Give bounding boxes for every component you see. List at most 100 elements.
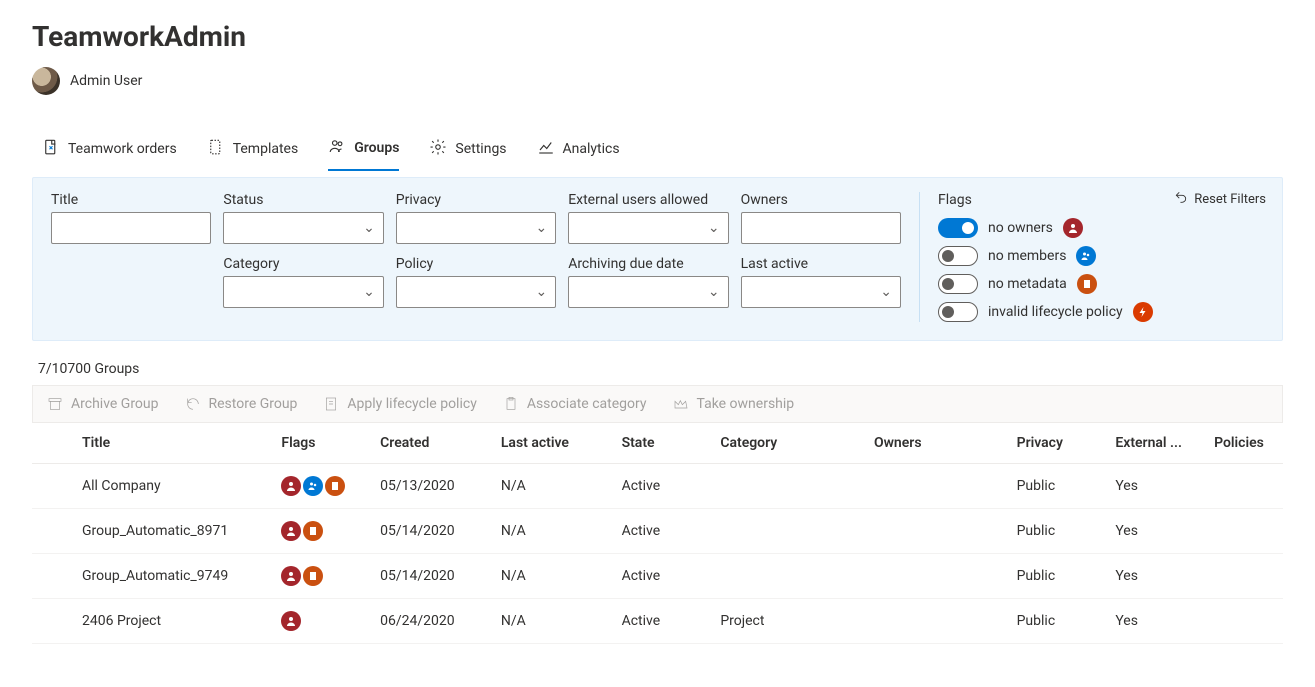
no-members-icon <box>1076 246 1096 266</box>
reset-filters-button[interactable]: Reset Filters <box>1174 190 1266 208</box>
main-tabs: Teamwork orders Templates Groups Setting… <box>32 123 1283 171</box>
cell-external: Yes <box>1107 554 1206 599</box>
cell-created: 05/14/2020 <box>372 509 493 554</box>
cell-privacy: Public <box>1009 599 1108 644</box>
cell-flags <box>273 464 372 509</box>
flag-toggle[interactable] <box>938 274 978 294</box>
label-last-active: Last active <box>741 256 901 272</box>
table-row[interactable]: All Company 05/13/2020 N/A Active Public… <box>32 464 1283 509</box>
apply-policy-button[interactable]: Apply lifecycle policy <box>323 396 476 412</box>
no-metadata-icon <box>303 566 323 586</box>
col-flags[interactable]: Flags <box>273 423 372 464</box>
chart-icon <box>537 138 555 160</box>
cell-state: Active <box>614 464 713 509</box>
category-select[interactable]: ⌄ <box>223 276 383 308</box>
last-active-select[interactable]: ⌄ <box>741 276 901 308</box>
crown-icon <box>673 396 689 412</box>
tab-label: Groups <box>354 140 399 156</box>
flags-filter: Flags no owners no members no metadata i… <box>919 192 1153 322</box>
flag-toggle-row: invalid lifecycle policy <box>938 302 1153 322</box>
col-policies[interactable]: Policies <box>1206 423 1283 464</box>
current-user[interactable]: Admin User <box>32 67 1283 95</box>
privacy-select[interactable]: ⌄ <box>396 212 556 244</box>
cell-policies <box>1206 464 1283 509</box>
flag-toggle-row: no owners <box>938 218 1153 238</box>
table-row[interactable]: Group_Automatic_9749 05/14/2020 N/A Acti… <box>32 554 1283 599</box>
gear-icon <box>429 138 447 160</box>
cell-flags <box>273 509 372 554</box>
action-label: Apply lifecycle policy <box>347 396 476 412</box>
col-category[interactable]: Category <box>712 423 866 464</box>
cell-policies <box>1206 599 1283 644</box>
cell-state: Active <box>614 599 713 644</box>
col-created[interactable]: Created <box>372 423 493 464</box>
cell-flags <box>273 599 372 644</box>
chevron-down-icon: ⌄ <box>535 220 547 236</box>
policy-icon <box>323 396 339 412</box>
flag-toggle[interactable] <box>938 246 978 266</box>
table-row[interactable]: Group_Automatic_8971 05/14/2020 N/A Acti… <box>32 509 1283 554</box>
label-title: Title <box>51 192 211 208</box>
archive-icon <box>47 396 63 412</box>
label-status: Status <box>223 192 383 208</box>
cell-created: 06/24/2020 <box>372 599 493 644</box>
tab-templates[interactable]: Templates <box>207 137 299 171</box>
no-owners-icon <box>281 521 301 541</box>
tab-teamwork-orders[interactable]: Teamwork orders <box>42 137 177 171</box>
status-select[interactable]: ⌄ <box>223 212 383 244</box>
cell-state: Active <box>614 554 713 599</box>
restore-group-button[interactable]: Restore Group <box>185 396 298 412</box>
col-owners[interactable]: Owners <box>866 423 1009 464</box>
owners-input[interactable] <box>741 212 901 244</box>
cell-category: Project <box>712 599 866 644</box>
policy-select[interactable]: ⌄ <box>396 276 556 308</box>
take-ownership-button[interactable]: Take ownership <box>673 396 795 412</box>
tab-groups[interactable]: Groups <box>328 137 399 171</box>
flag-toggle[interactable] <box>938 218 978 238</box>
restore-icon <box>185 396 201 412</box>
archiving-due-select[interactable]: ⌄ <box>568 276 728 308</box>
tab-label: Settings <box>455 141 506 157</box>
col-last-active[interactable]: Last active <box>493 423 614 464</box>
action-label: Associate category <box>527 396 647 412</box>
cell-category <box>712 464 866 509</box>
document-icon <box>42 138 60 160</box>
cell-title: Group_Automatic_8971 <box>32 509 273 554</box>
cell-created: 05/14/2020 <box>372 554 493 599</box>
tab-analytics[interactable]: Analytics <box>537 137 620 171</box>
flag-label: no members <box>988 248 1066 264</box>
cell-last-active: N/A <box>493 509 614 554</box>
col-external[interactable]: External ... <box>1107 423 1206 464</box>
col-privacy[interactable]: Privacy <box>1009 423 1108 464</box>
associate-category-button[interactable]: Associate category <box>503 396 647 412</box>
avatar <box>32 67 60 95</box>
col-title[interactable]: Title <box>32 423 273 464</box>
no-members-icon <box>303 476 323 496</box>
label-external-users: External users allowed <box>568 192 728 208</box>
external-users-select[interactable]: ⌄ <box>568 212 728 244</box>
title-input[interactable] <box>51 212 211 244</box>
tab-settings[interactable]: Settings <box>429 137 506 171</box>
action-label: Take ownership <box>697 396 795 412</box>
clipboard-icon <box>503 396 519 412</box>
no-owners-icon <box>281 476 301 496</box>
cell-title: Group_Automatic_9749 <box>32 554 273 599</box>
label-category: Category <box>223 256 383 272</box>
col-state[interactable]: State <box>614 423 713 464</box>
cell-last-active: N/A <box>493 554 614 599</box>
table-row[interactable]: 2406 Project 06/24/2020 N/A Active Proje… <box>32 599 1283 644</box>
tab-label: Teamwork orders <box>68 141 177 157</box>
no-owners-icon <box>281 566 301 586</box>
flag-toggle[interactable] <box>938 302 978 322</box>
cell-privacy: Public <box>1009 464 1108 509</box>
no-metadata-icon <box>1077 274 1097 294</box>
label-archiving-due: Archiving due date <box>568 256 728 272</box>
flag-label: no owners <box>988 220 1053 236</box>
cell-last-active: N/A <box>493 464 614 509</box>
no-metadata-icon <box>325 476 345 496</box>
label-privacy: Privacy <box>396 192 556 208</box>
chevron-down-icon: ⌄ <box>708 284 720 300</box>
chevron-down-icon: ⌄ <box>708 220 720 236</box>
archive-group-button[interactable]: Archive Group <box>47 396 159 412</box>
groups-table: Title Flags Created Last active State Ca… <box>32 423 1283 644</box>
